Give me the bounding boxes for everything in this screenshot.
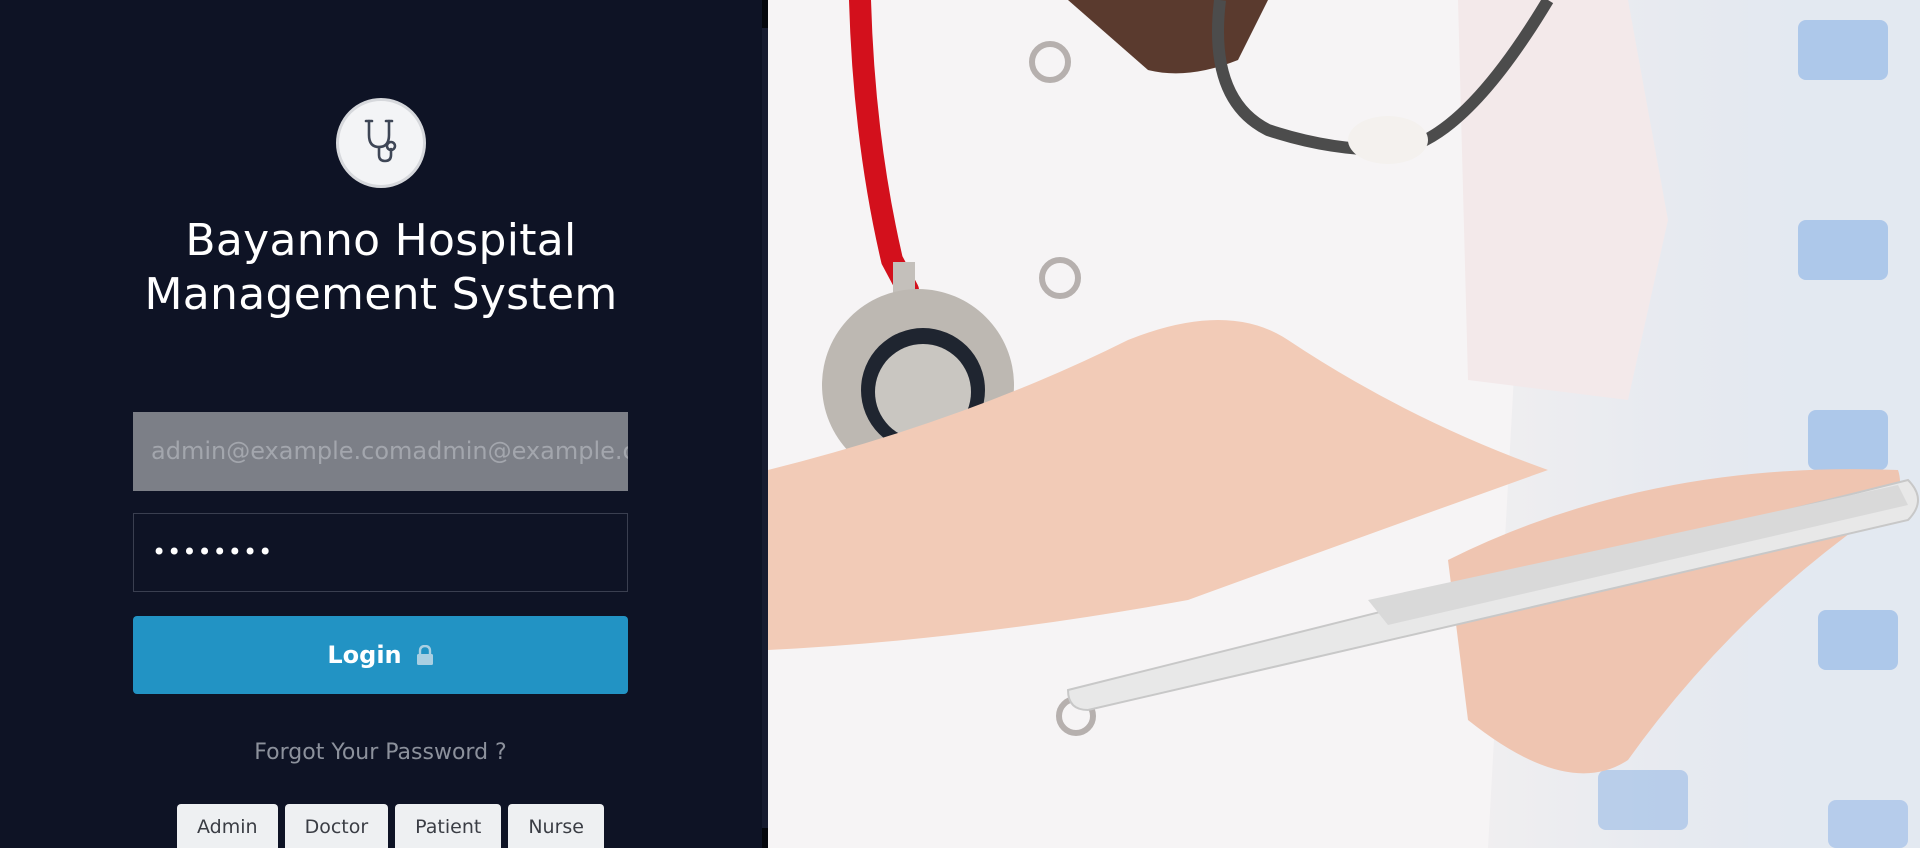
role-nurse-button[interactable]: Nurse [508, 804, 604, 848]
app-logo [336, 98, 426, 188]
role-patient-button[interactable]: Patient [395, 804, 502, 848]
page-title: Bayanno Hospital Management System [80, 214, 682, 322]
hero-image [768, 0, 1920, 848]
password-field[interactable]: •••••••• [133, 513, 628, 592]
login-button-label: Login [327, 641, 402, 669]
role-admin-button[interactable]: Admin [177, 804, 278, 848]
forgot-password-link[interactable]: Forgot Your Password ? [133, 740, 628, 765]
title-line-2: Management System [144, 269, 618, 320]
login-button[interactable]: Login [133, 616, 628, 694]
login-panel: Bayanno Hospital Management System admin… [0, 0, 762, 848]
lock-icon [416, 645, 434, 665]
role-selector: Admin Doctor Patient Nurse [177, 804, 604, 848]
title-line-1: Bayanno Hospital [185, 215, 577, 266]
stethoscope-icon [355, 115, 407, 171]
email-field[interactable]: admin@example.comadmin@example.c [133, 412, 628, 491]
role-doctor-button[interactable]: Doctor [284, 804, 389, 848]
